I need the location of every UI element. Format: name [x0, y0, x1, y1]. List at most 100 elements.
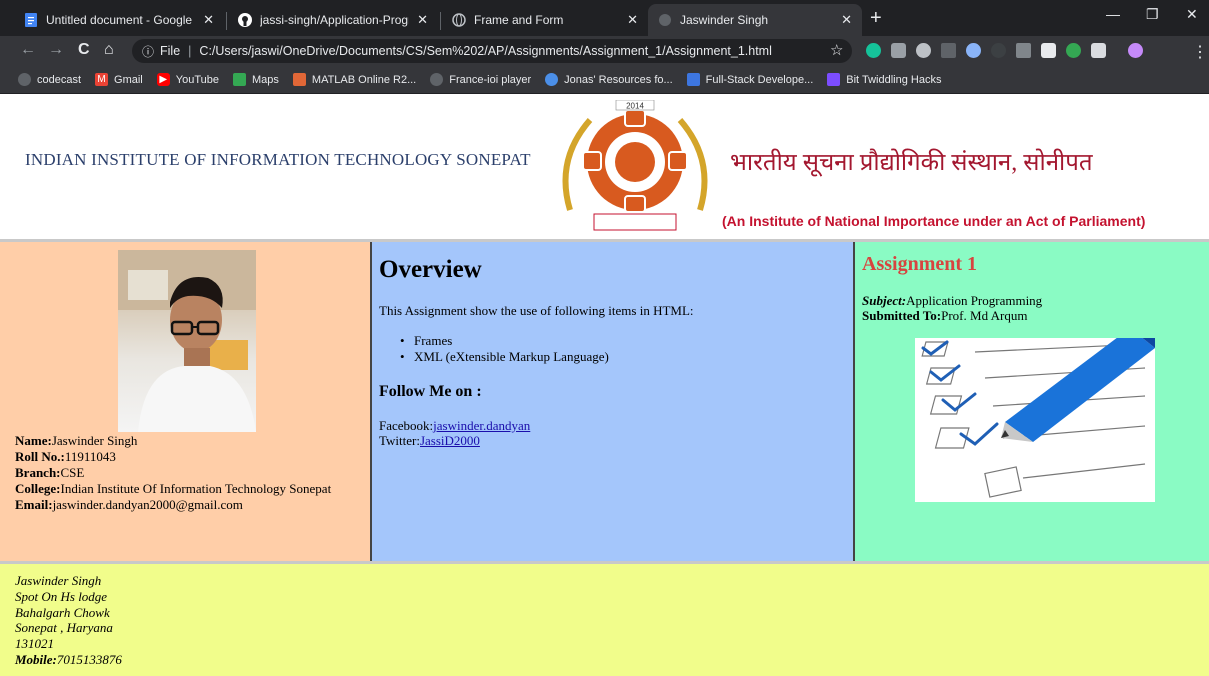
address-line: Bahalgarh Chowk	[15, 604, 110, 620]
twitter-link[interactable]: JassiD2000	[420, 433, 480, 448]
url-scheme: File	[160, 44, 181, 58]
close-window-icon[interactable]: ✕	[1186, 6, 1198, 23]
logo-year: 2014	[626, 102, 644, 111]
mobile-value: 7015133876	[56, 651, 122, 667]
assignment-info: Subject:Application Programming Submitte…	[862, 293, 1042, 323]
maps-icon	[233, 73, 246, 86]
address-line: Spot On Hs lodge	[15, 588, 108, 604]
address-line: Sonepat , Haryana	[15, 620, 113, 636]
extension-icon[interactable]	[941, 43, 956, 58]
bookmark-icon	[827, 73, 841, 86]
address-bar[interactable]: ⓘ File | C:/Users/jaswi/OneDrive/Documen…	[132, 39, 852, 63]
forward-icon[interactable]: →	[48, 41, 64, 59]
bookmark-france-ioi[interactable]: France-ioi player	[430, 73, 531, 86]
info-icon[interactable]: ⓘ	[142, 43, 154, 60]
tab-title: Untitled document - Google Doc	[46, 13, 195, 27]
extension-icon[interactable]	[991, 43, 1006, 58]
avatar[interactable]	[1128, 43, 1143, 58]
email-value: jaswinder.dandyan2000@gmail.com	[52, 497, 243, 512]
bookmark-jonas-resources[interactable]: Jonas' Resources fo...	[545, 73, 673, 86]
mobile-label: Mobile:	[15, 651, 57, 667]
extension-icon[interactable]	[1016, 43, 1031, 58]
institute-name-english: INDIAN INSTITUTE OF INFORMATION TECHNOLO…	[25, 150, 531, 169]
bookmark-full-stack[interactable]: Full-Stack Develope...	[686, 73, 813, 86]
globe-icon	[18, 73, 31, 86]
address-line: Jaswinder Singh	[15, 573, 102, 588]
home-icon[interactable]: ⌂	[104, 41, 114, 59]
submitted-value: Prof. Md Arqum	[941, 308, 1028, 323]
minimize-icon[interactable]: —	[1106, 6, 1120, 22]
matlab-icon	[292, 73, 306, 86]
email-label: Email:	[15, 497, 53, 512]
grammarly-icon[interactable]	[866, 43, 881, 58]
overview-title: Overview	[379, 256, 482, 283]
checklist-image	[915, 338, 1155, 502]
close-tab-icon[interactable]: ✕	[203, 12, 214, 28]
college-label: College:	[15, 481, 61, 496]
submitted-label: Submitted To:	[862, 308, 942, 323]
address-frame: Jaswinder Singh Spot On Hs lodge Bahalga…	[0, 564, 1209, 676]
bookmark-bit-twiddling[interactable]: Bit Twiddling Hacks	[827, 73, 941, 86]
bookmarks-bar: codecast M Gmail ▶ YouTube Maps MATLAB Onl…	[0, 66, 1209, 94]
tab-frame-and-form[interactable]: Frame and Form ✕	[442, 4, 648, 36]
youtube-icon: ▶	[156, 73, 170, 86]
back-icon[interactable]: ←	[20, 41, 36, 59]
extension-icon[interactable]	[1066, 43, 1081, 58]
follow-heading: Follow Me on :	[379, 383, 482, 400]
bookmark-codecast[interactable]: codecast	[18, 73, 81, 86]
institute-name-hindi: भारतीय सूचना प्रौद्योगिकी संस्थान, सोनीप…	[730, 150, 1093, 176]
tab-title: Frame and Form	[474, 13, 564, 27]
assignment-title: Assignment 1	[862, 253, 978, 275]
institute-subtitle: (An Institute of National Importance und…	[722, 213, 1146, 229]
bookmark-star-icon[interactable]: ☆	[830, 41, 843, 59]
close-tab-icon[interactable]: ✕	[841, 12, 852, 28]
globe-icon	[452, 13, 466, 27]
extensions-bar	[866, 43, 1143, 58]
roll-value: 11911043	[64, 449, 116, 464]
close-tab-icon[interactable]: ✕	[627, 12, 638, 28]
extension-icon[interactable]	[1091, 43, 1106, 58]
heart-icon	[545, 73, 559, 86]
address-line: 131021	[15, 636, 54, 652]
name-value: Jaswinder Singh	[51, 433, 138, 448]
globe-icon	[658, 13, 672, 27]
extension-icon[interactable]	[1041, 43, 1056, 58]
extension-icon[interactable]	[916, 43, 931, 58]
tab-google-docs[interactable]: Untitled document - Google Doc ✕	[14, 4, 224, 36]
branch-value: CSE	[60, 465, 85, 480]
gmail-icon: M	[95, 73, 109, 86]
profile-photo	[118, 250, 256, 432]
branch-label: Branch:	[15, 465, 61, 480]
overview-list: Frames XML (eXtensible Markup Language)	[400, 333, 609, 365]
bookmark-matlab[interactable]: MATLAB Online R2...	[292, 73, 416, 86]
close-tab-icon[interactable]: ✕	[417, 12, 428, 28]
facebook-link[interactable]: jaswinder.dandyan	[433, 418, 530, 433]
tab-strip: Untitled document - Google Doc ✕ jassi-s…	[0, 0, 1209, 36]
institute-banner: INDIAN INSTITUTE OF INFORMATION TECHNOLO…	[0, 95, 1209, 243]
tab-title: jassi-singh/Application-Programm	[260, 13, 409, 27]
name-label: Name:	[15, 433, 52, 448]
tab-github[interactable]: jassi-singh/Application-Programm ✕	[228, 4, 438, 36]
menu-icon[interactable]: ⋮	[1192, 42, 1208, 62]
extension-icon[interactable]	[891, 43, 906, 58]
restore-icon[interactable]: ❐	[1146, 6, 1159, 23]
reload-icon[interactable]: C	[78, 41, 90, 59]
tab-title: Jaswinder Singh	[680, 13, 769, 27]
bookmark-gmail[interactable]: M Gmail	[95, 73, 143, 86]
tab-jaswinder-singh[interactable]: Jaswinder Singh ✕	[648, 4, 862, 36]
bookmark-youtube[interactable]: ▶ YouTube	[156, 73, 219, 86]
new-tab-icon[interactable]: +	[870, 8, 882, 28]
facebook-label: Facebook:	[379, 418, 434, 433]
list-item: Frames	[400, 333, 609, 349]
bookmark-icon	[686, 73, 700, 86]
profile-details: Name:Jaswinder Singh Roll No.:11911043 B…	[15, 433, 331, 513]
globe-icon	[430, 73, 444, 86]
extension-icon[interactable]	[966, 43, 981, 58]
twitter-label: Twitter:	[379, 433, 420, 448]
overview-frame: Overview This Assignment show the use of…	[372, 242, 853, 561]
college-value: Indian Institute Of Information Technolo…	[60, 481, 332, 496]
profile-frame: Name:Jaswinder Singh Roll No.:11911043 B…	[0, 242, 370, 561]
url-text: C:/Users/jaswi/OneDrive/Documents/CS/Sem…	[199, 44, 772, 58]
docs-icon	[24, 13, 38, 27]
bookmark-maps[interactable]: Maps	[233, 73, 279, 86]
